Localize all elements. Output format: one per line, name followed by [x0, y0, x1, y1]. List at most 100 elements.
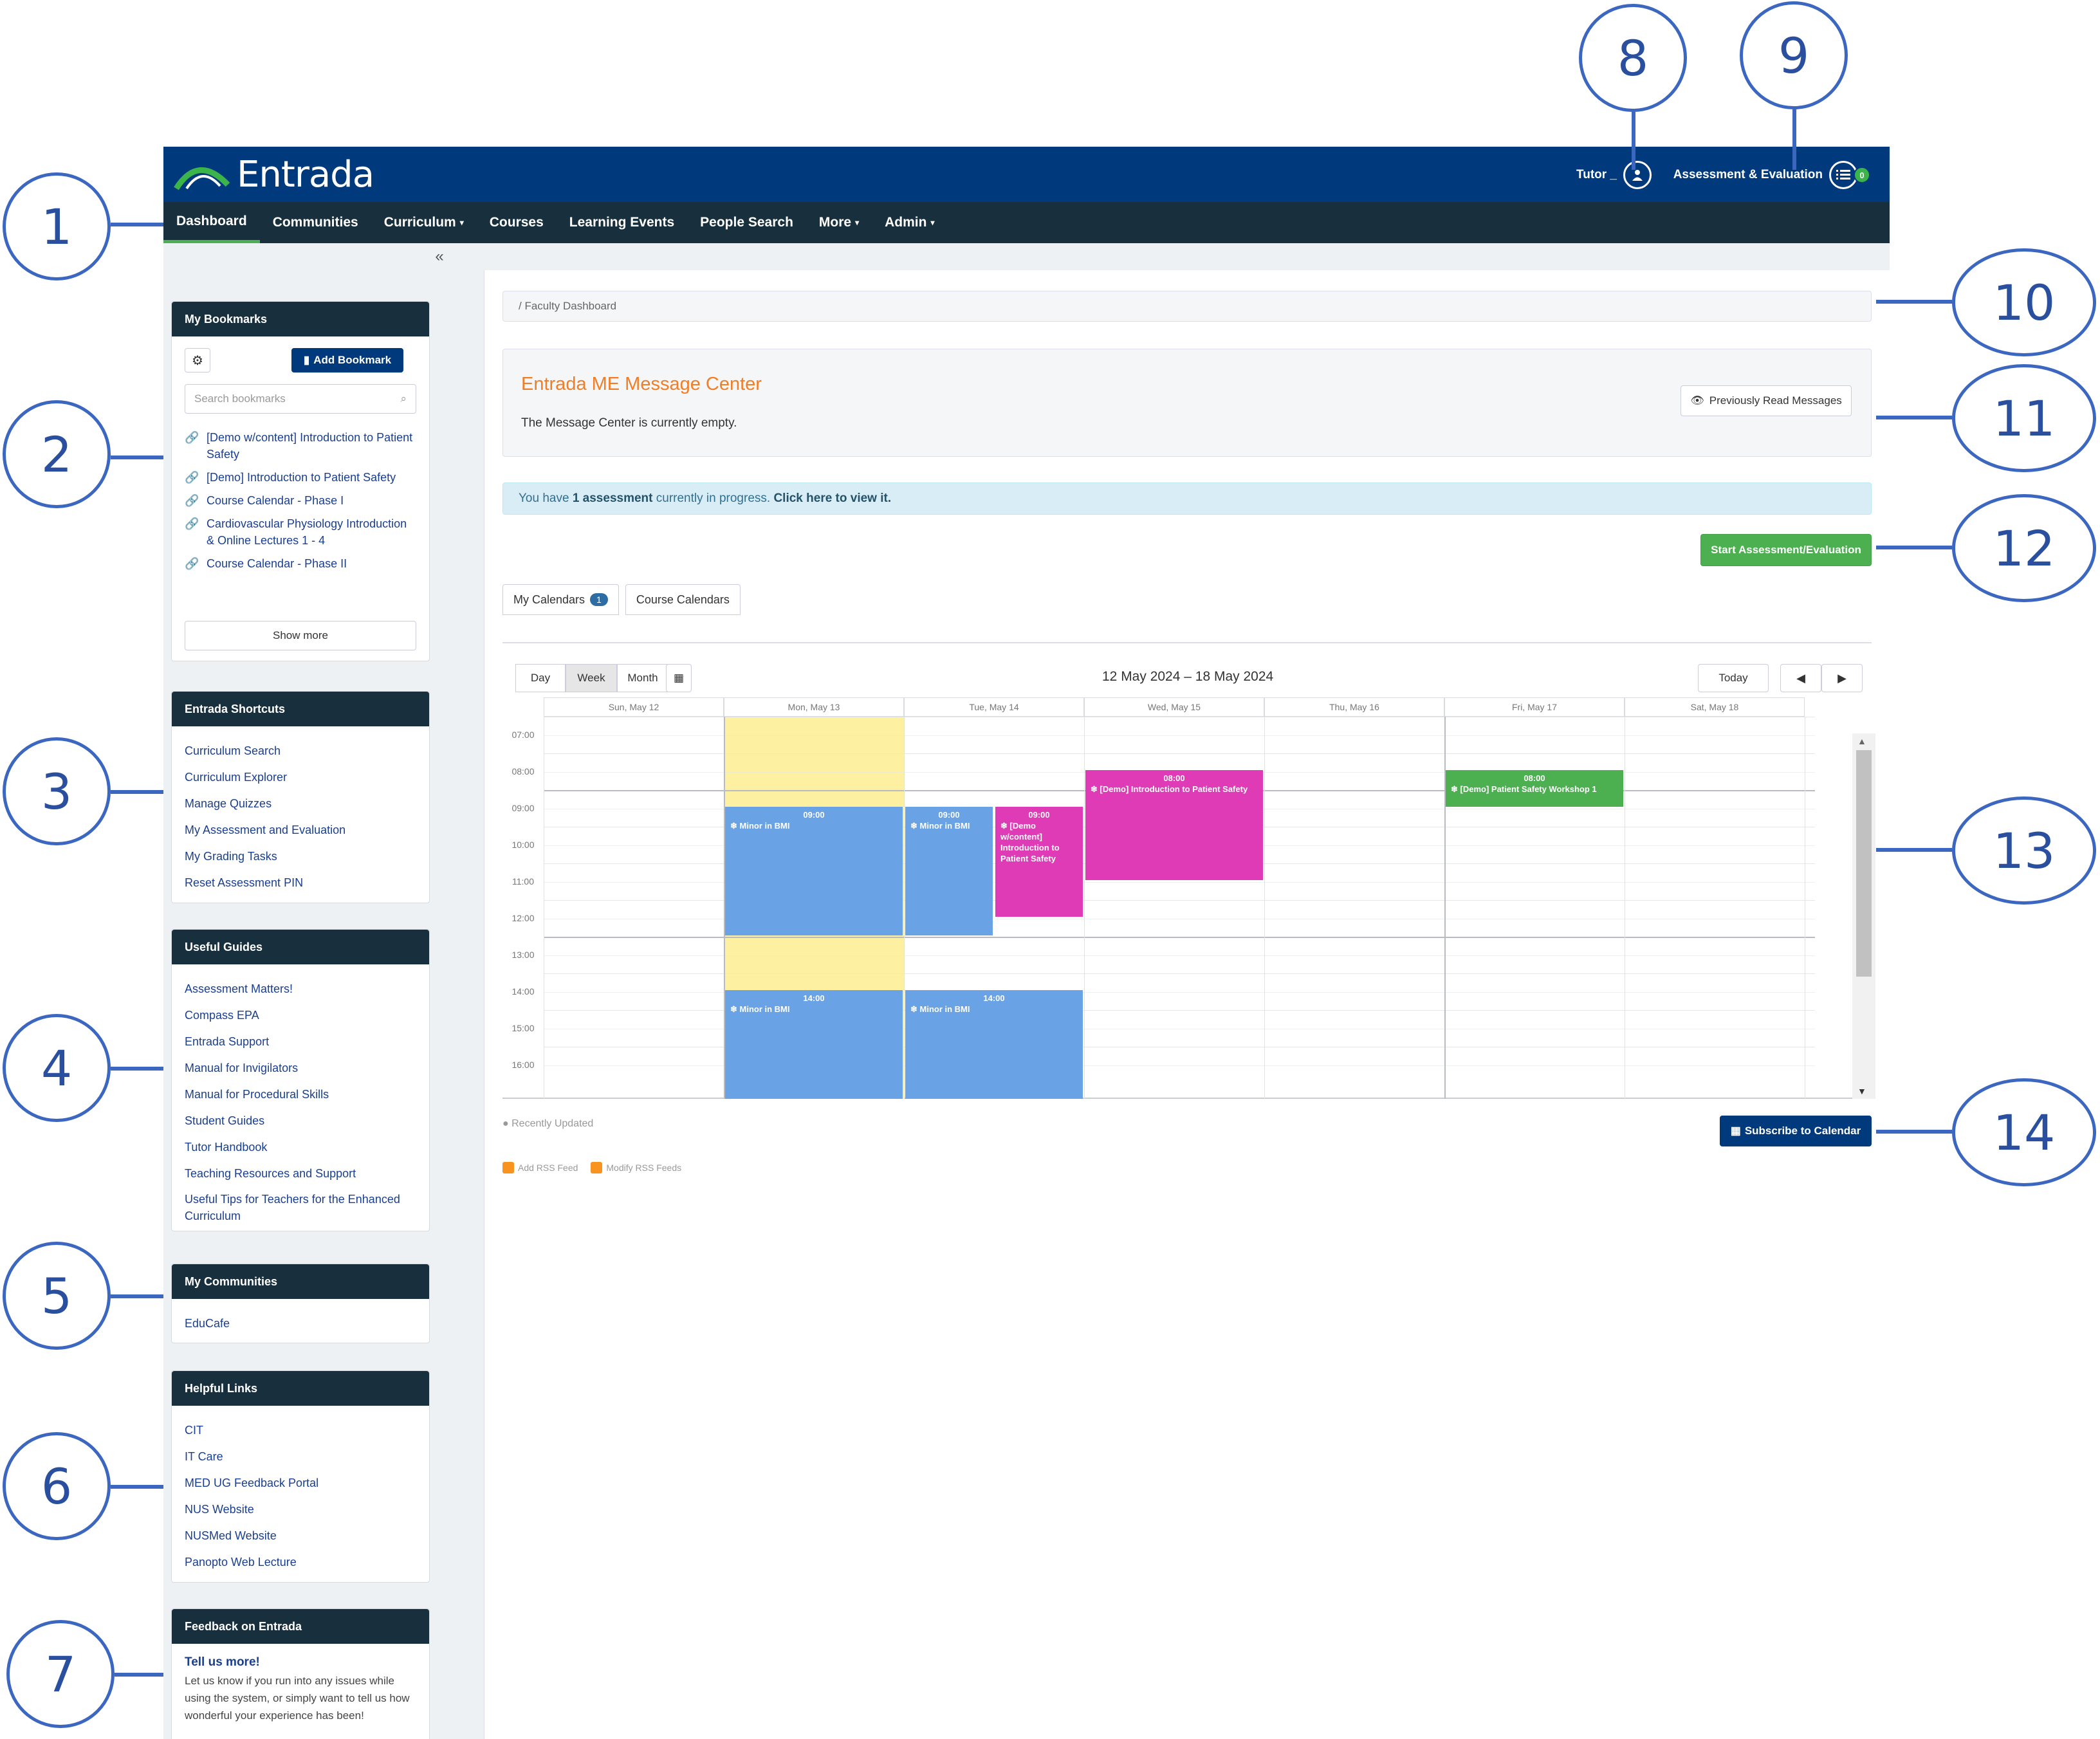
- sidebar-link[interactable]: Curriculum Explorer: [185, 764, 416, 791]
- message-center-body: The Message Center is currently empty.: [521, 416, 737, 430]
- event-title: ❄ [Demo w/content] Introduction to Patie…: [1000, 821, 1060, 863]
- nav-label: Communities: [272, 215, 358, 230]
- callout-9: 9: [1740, 1, 1848, 109]
- bookmark-search-input[interactable]: Search bookmarks ⌕: [185, 384, 416, 414]
- sidebar-link[interactable]: My Grading Tasks: [185, 843, 416, 870]
- prev-week-button[interactable]: ◀: [1780, 664, 1821, 692]
- add-bookmark-button[interactable]: ▮ Add Bookmark: [291, 348, 403, 373]
- sidebar-link[interactable]: Panopto Web Lecture: [185, 1549, 416, 1576]
- link-icon: 🔗: [185, 557, 199, 570]
- collapse-sidebar-icon[interactable]: «: [430, 247, 449, 266]
- callout-line: [1876, 1130, 1952, 1134]
- callout-7: 7: [6, 1620, 115, 1728]
- calendar-scrollbar[interactable]: ▲ ▼: [1852, 733, 1875, 1099]
- communities-list: EduCafe: [172, 1299, 429, 1348]
- hour-label: 14:00: [511, 986, 535, 997]
- next-week-button[interactable]: ▶: [1821, 664, 1863, 692]
- sidebar-link[interactable]: Reset Assessment PIN: [185, 870, 416, 896]
- sidebar-link[interactable]: NUSMed Website: [185, 1523, 416, 1549]
- sidebar-link[interactable]: CIT: [185, 1417, 416, 1444]
- modify-rss-link[interactable]: Modify RSS Feeds: [606, 1163, 681, 1173]
- bookmark-item[interactable]: 🔗 [Demo w/content] Introduction to Patien…: [185, 429, 416, 463]
- sidebar-link[interactable]: Useful Tips for Teachers for the Enhance…: [185, 1191, 416, 1224]
- tab-my-calendars[interactable]: My Calendars 1: [502, 584, 619, 615]
- sidebar-link[interactable]: Manage Quizzes: [185, 791, 416, 817]
- user-label: Tutor _: [1576, 168, 1617, 181]
- gear-icon: ⚙: [192, 353, 203, 368]
- calendar-event[interactable]: 09:00 ❄ [Demo w/content] Introduction to …: [995, 807, 1083, 917]
- user-menu[interactable]: Tutor _: [1576, 161, 1652, 189]
- event-time: 09:00: [803, 810, 825, 820]
- alert-link[interactable]: Click here to view it.: [773, 492, 891, 506]
- sidebar-link[interactable]: Curriculum Search: [185, 738, 416, 764]
- main-content: / Faculty Dashboard Entrada ME Message C…: [484, 270, 1890, 1739]
- calendar-small-icon: ▦: [1730, 1125, 1741, 1137]
- start-assessment-button[interactable]: Start Assessment/Evaluation: [1700, 534, 1872, 566]
- sidebar-link[interactable]: My Assessment and Evaluation: [185, 817, 416, 843]
- view-month-button[interactable]: Month: [617, 664, 668, 692]
- sidebar-link[interactable]: Tutor Handbook: [185, 1134, 416, 1161]
- add-rss-link[interactable]: Add RSS Feed: [518, 1163, 578, 1173]
- nav-people-search[interactable]: People Search: [687, 202, 806, 243]
- nav-dashboard[interactable]: Dashboard: [163, 202, 260, 243]
- sidebar-link[interactable]: Teaching Resources and Support: [185, 1161, 416, 1187]
- nav-more[interactable]: More ▾: [806, 202, 872, 243]
- message-center-title: Entrada ME Message Center: [521, 374, 762, 394]
- sidebar-link[interactable]: Entrada Support: [185, 1029, 416, 1055]
- bookmark-item[interactable]: 🔗 Course Calendar - Phase I: [185, 492, 416, 509]
- callout-line: [1876, 416, 1952, 419]
- nav-learning-events[interactable]: Learning Events: [557, 202, 687, 243]
- sidebar-link[interactable]: Manual for Invigilators: [185, 1055, 416, 1081]
- day-header: Fri, May 17: [1444, 697, 1625, 717]
- callout-2: 2: [3, 400, 111, 508]
- sidebar-link[interactable]: Assessment Matters!: [185, 976, 416, 1002]
- assessment-alert: You have 1 assessment currently in progr…: [502, 483, 1872, 515]
- chevron-right-icon: ▶: [1838, 671, 1847, 685]
- sidebar-link[interactable]: EduCafe: [185, 1311, 416, 1337]
- callout-line: [111, 455, 163, 459]
- assessment-evaluation-menu[interactable]: Assessment & Evaluation 0: [1673, 161, 1870, 189]
- tab-course-calendars[interactable]: Course Calendars: [625, 584, 741, 615]
- bookmark-item[interactable]: 🔗 Course Calendar - Phase II: [185, 555, 416, 572]
- calendar-picker-button[interactable]: ▦: [666, 664, 692, 692]
- bookmark-settings-button[interactable]: ⚙: [185, 348, 210, 373]
- panel-title: My Communities: [172, 1264, 429, 1299]
- previously-read-button[interactable]: 👁 Previously Read Messages: [1681, 385, 1852, 416]
- sidebar-link[interactable]: Compass EPA: [185, 1002, 416, 1029]
- calendar-event[interactable]: 08:00 ❄ [Demo] Introduction to Patient Sa…: [1085, 770, 1263, 880]
- hour-label: 15:00: [511, 1023, 535, 1033]
- view-week-button[interactable]: Week: [566, 664, 617, 692]
- bookmark-item[interactable]: 🔗 Cardiovascular Physiology Introduction …: [185, 515, 416, 549]
- scroll-up-icon[interactable]: ▲: [1857, 736, 1866, 746]
- today-button[interactable]: Today: [1698, 664, 1769, 692]
- calendar-event[interactable]: 08:00 ❄ [Demo] Patient Safety Workshop 1: [1446, 770, 1623, 807]
- bookmark-label: [Demo w/content] Introduction to Patient…: [207, 431, 413, 461]
- sidebar-link[interactable]: Student Guides: [185, 1108, 416, 1134]
- nav-admin[interactable]: Admin ▾: [872, 202, 947, 243]
- event-time: 08:00: [1163, 773, 1185, 783]
- show-more-button[interactable]: Show more: [185, 621, 416, 650]
- sidebar-link[interactable]: NUS Website: [185, 1496, 416, 1523]
- hour-label: 13:00: [511, 950, 535, 960]
- nav-courses[interactable]: Courses: [477, 202, 557, 243]
- nav-curriculum[interactable]: Curriculum ▾: [371, 202, 477, 243]
- calendar-event[interactable]: 09:00 ❄ Minor in BMI: [725, 807, 903, 935]
- eye-icon: 👁: [1690, 394, 1704, 407]
- nav-communities[interactable]: Communities: [260, 202, 371, 243]
- sidebar-link[interactable]: IT Care: [185, 1444, 416, 1470]
- scroll-thumb[interactable]: [1856, 750, 1872, 977]
- calendar-event[interactable]: 14:00 ❄ Minor in BMI: [725, 990, 903, 1099]
- callout-4: 4: [3, 1014, 111, 1122]
- feedback-heading[interactable]: Tell us more!: [185, 1655, 416, 1670]
- bookmark-item[interactable]: 🔗 [Demo] Introduction to Patient Safety: [185, 469, 416, 486]
- sidebar-link[interactable]: MED UG Feedback Portal: [185, 1470, 416, 1496]
- sidebar-link[interactable]: Manual for Procedural Skills: [185, 1081, 416, 1108]
- view-day-button[interactable]: Day: [515, 664, 566, 692]
- scroll-down-icon[interactable]: ▼: [1857, 1086, 1866, 1096]
- tab-label: Course Calendars: [636, 593, 730, 606]
- subscribe-calendar-button[interactable]: ▦ Subscribe to Calendar: [1720, 1116, 1872, 1146]
- entrada-logo[interactable]: Entrada: [172, 151, 374, 198]
- calendar-event[interactable]: 09:00 ❄ Minor in BMI: [905, 807, 993, 935]
- callout-6: 6: [3, 1432, 111, 1540]
- calendar-event[interactable]: 14:00 ❄ Minor in BMI: [905, 990, 1083, 1099]
